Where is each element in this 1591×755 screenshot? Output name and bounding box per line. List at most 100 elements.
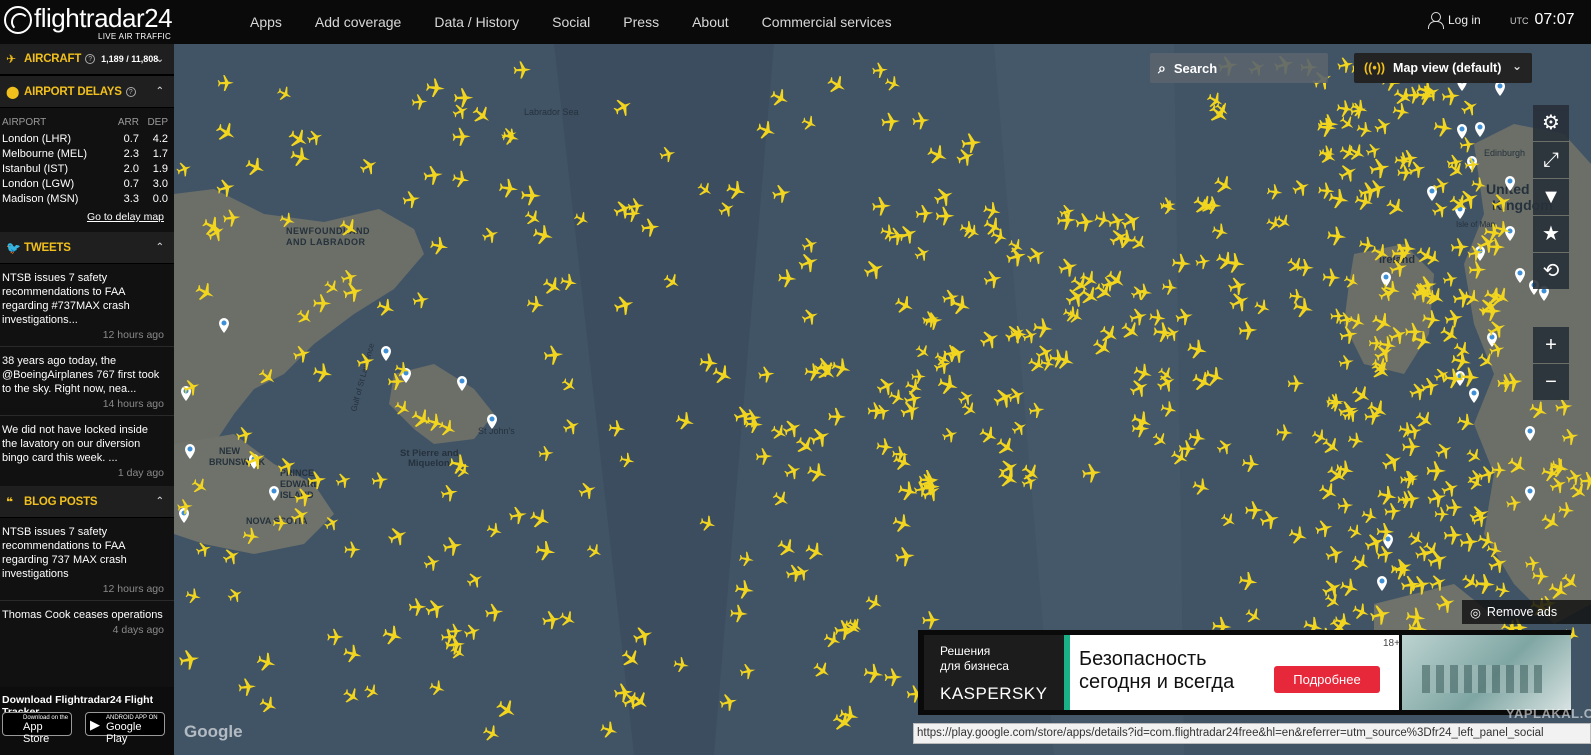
nav-social[interactable]: Social (552, 14, 590, 30)
aircraft-marker[interactable] (769, 487, 793, 511)
aircraft-marker[interactable] (954, 145, 978, 169)
aircraft-marker[interactable] (931, 184, 957, 210)
aircraft-marker[interactable] (800, 234, 821, 255)
airport-pin-icon[interactable] (1457, 124, 1467, 139)
aircraft-marker[interactable] (576, 479, 599, 502)
aircraft-marker[interactable] (513, 60, 532, 79)
aircraft-marker[interactable] (782, 460, 804, 482)
aircraft-marker[interactable] (540, 273, 566, 299)
aircraft-marker[interactable] (875, 437, 895, 457)
aircraft-marker[interactable] (1494, 581, 1512, 600)
aircraft-marker[interactable] (915, 203, 935, 224)
logo[interactable]: flightradar24 LIVE AIR TRAFFIC (4, 4, 174, 41)
nav-press[interactable]: Press (623, 14, 659, 30)
aircraft-marker[interactable] (285, 125, 312, 153)
aircraft-marker[interactable] (538, 445, 555, 462)
playback-icon[interactable]: ⟲ (1533, 253, 1569, 289)
aircraft-marker[interactable] (508, 505, 529, 526)
aircraft-marker[interactable] (411, 290, 431, 310)
aircraft-marker[interactable] (408, 597, 427, 617)
aircraft-marker[interactable] (796, 250, 822, 275)
aircraft-marker[interactable] (982, 268, 1004, 290)
nav-data-history[interactable]: Data / History (434, 14, 519, 30)
aircraft-marker[interactable] (1459, 570, 1483, 594)
aircraft-marker[interactable] (977, 326, 1003, 352)
aircraft-marker[interactable] (1443, 307, 1465, 329)
aircraft-marker[interactable] (892, 292, 917, 318)
aircraft-marker[interactable] (810, 658, 834, 683)
chevron-up-icon[interactable]: ⌃ (156, 86, 164, 97)
aircraft-marker[interactable] (1252, 297, 1273, 318)
aircraft-marker[interactable] (1432, 116, 1455, 139)
aircraft-marker[interactable] (871, 61, 889, 79)
aircraft-marker[interactable] (1364, 396, 1392, 424)
fullscreen-icon[interactable]: ⤢ (1533, 142, 1569, 178)
aircraft-marker[interactable] (1360, 506, 1380, 526)
aircraft-marker[interactable] (1455, 411, 1477, 433)
aircraft-marker[interactable] (340, 684, 364, 708)
aircraft-marker[interactable] (1405, 528, 1427, 550)
airport-pin-icon[interactable] (1495, 81, 1505, 96)
aircraft-marker[interactable] (451, 169, 472, 190)
aircraft-marker[interactable] (559, 272, 579, 292)
aircraft-marker[interactable] (921, 610, 941, 630)
aircraft-marker[interactable] (828, 407, 847, 426)
aircraft-marker[interactable] (543, 344, 565, 366)
tweet-item[interactable]: 38 years ago today, the @BoeingAirplanes… (0, 347, 174, 416)
aircraft-marker[interactable] (1407, 380, 1430, 403)
aircraft-marker[interactable] (792, 432, 819, 459)
aircraft-marker[interactable] (484, 602, 505, 623)
aircraft-marker[interactable] (774, 535, 800, 561)
aircraft-marker[interactable] (311, 361, 335, 385)
aircraft-marker[interactable] (911, 111, 931, 131)
aircraft-marker[interactable] (1339, 402, 1363, 425)
tweet-item[interactable]: NTSB issues 7 safety recommendations to … (0, 264, 174, 347)
aircraft-marker[interactable] (1194, 253, 1212, 271)
aircraft-marker[interactable] (1431, 365, 1452, 385)
aircraft-marker[interactable] (480, 224, 502, 246)
aircraft-marker[interactable] (275, 84, 295, 104)
aircraft-marker[interactable] (1337, 353, 1356, 372)
aircraft-marker[interactable] (874, 374, 899, 399)
aircraft-marker[interactable] (1205, 100, 1234, 128)
aircraft-marker[interactable] (1316, 479, 1341, 505)
aircraft-marker[interactable] (439, 482, 460, 503)
aircraft-marker[interactable] (729, 604, 749, 623)
aircraft-marker[interactable] (1412, 407, 1437, 433)
aircraft-marker[interactable] (1245, 501, 1264, 520)
nav-about[interactable]: About (692, 14, 729, 30)
aircraft-section-header[interactable]: ✈ AIRCRAFT ? 1,189 / 11,808 ⌄ (0, 44, 174, 76)
aircraft-marker[interactable] (862, 662, 885, 685)
aircraft-marker[interactable] (1458, 96, 1481, 119)
aircraft-marker[interactable] (1441, 86, 1461, 106)
aircraft-marker[interactable] (1355, 120, 1375, 140)
aircraft-marker[interactable] (1210, 221, 1231, 242)
aircraft-marker[interactable] (1185, 337, 1210, 362)
aircraft-marker[interactable] (341, 642, 364, 665)
aircraft-marker[interactable] (757, 365, 776, 384)
aircraft-marker[interactable] (1211, 172, 1237, 198)
airport-pin-icon[interactable] (1475, 122, 1485, 137)
aircraft-marker[interactable] (960, 132, 983, 154)
aircraft-marker[interactable] (1346, 431, 1366, 450)
aircraft-marker[interactable] (863, 591, 886, 614)
aircraft-marker[interactable] (1218, 510, 1239, 531)
aircraft-marker[interactable] (480, 722, 503, 745)
aircraft-marker[interactable] (924, 142, 951, 168)
aircraft-marker[interactable] (799, 113, 820, 134)
aircraft-marker[interactable] (1202, 364, 1227, 389)
aircraft-marker[interactable] (464, 569, 486, 591)
aircraft-marker[interactable] (1384, 502, 1402, 521)
aircraft-marker[interactable] (1437, 322, 1463, 348)
aircraft-marker[interactable] (981, 200, 1003, 222)
aircraft-marker[interactable] (755, 447, 773, 466)
ad-cta-button[interactable]: Подробнее (1274, 666, 1380, 693)
aircraft-marker[interactable] (1336, 160, 1361, 185)
aircraft-marker[interactable] (1375, 484, 1399, 508)
aircraft-marker[interactable] (423, 596, 448, 621)
aircraft-marker[interactable] (861, 256, 888, 283)
aircraft-marker[interactable] (912, 243, 933, 264)
aircraft-marker[interactable] (1379, 448, 1406, 475)
blog-posts-header[interactable]: ❝ BLOG POSTS ⌃ (0, 486, 174, 518)
aircraft-marker[interactable] (1335, 99, 1355, 119)
